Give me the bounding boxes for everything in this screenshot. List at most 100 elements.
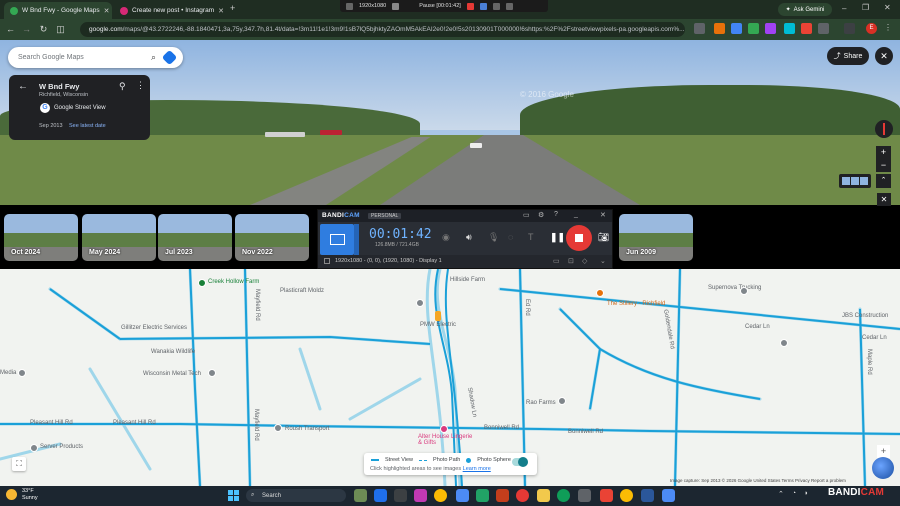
taskbar-app-icon[interactable] [578,489,591,502]
maximize-icon[interactable]: ❐ [862,3,869,12]
timeline-thumbnail[interactable]: Nov 2022 [235,214,309,261]
taskbar-search-input[interactable]: Search [262,493,281,499]
poi-icon[interactable] [18,369,26,377]
map-label[interactable]: Cedar Ln [745,324,770,330]
map-label[interactable]: Mayfield Rd [253,409,259,441]
close-street-view-icon[interactable]: ✕ [875,47,893,65]
side-panel-icon[interactable] [844,23,855,34]
screen-mode-button[interactable] [320,224,354,255]
close-icon[interactable]: ✕ [600,211,606,219]
pencil-icon[interactable] [492,2,500,10]
share-button[interactable]: ⤴ Share [827,47,869,65]
taskbar-app-icon[interactable] [394,489,407,502]
map-label[interactable]: Plasticraft Moldz [280,288,324,294]
tab-close-icon[interactable]: ✕ [104,7,110,15]
map-label[interactable]: Server Products [40,444,83,450]
map-label[interactable]: Wisconsin Metal Tech [143,371,201,377]
extensions-puzzle-icon[interactable] [818,23,829,34]
map-attribution[interactable]: Image capture: Sep 2013 © 2026 Google Un… [670,478,846,483]
taskbar-search[interactable]: ⌕ Search [246,489,346,502]
map-label[interactable]: Rao Farms [526,400,556,406]
fps-icon[interactable]: ⊡ [568,257,574,265]
close-window-icon[interactable]: ✕ [884,3,891,12]
search-input[interactable]: Search Google Maps [18,54,143,61]
map-label[interactable]: Roush Transport [285,426,329,432]
poi-icon[interactable] [416,299,424,307]
map-label[interactable]: Cedar Ln [862,335,887,341]
minimize-icon[interactable]: _ [574,211,578,218]
tab-instagram[interactable]: Create new post • Instagram ✕ [114,2,226,19]
stop-record-icon[interactable] [466,2,474,10]
map-label[interactable]: Ed Rd [524,299,530,316]
extension-icon[interactable] [784,23,795,34]
forward-arrow-icon[interactable]: → [20,23,33,36]
zoom-in-icon[interactable]: + [876,146,891,159]
webcam-small-icon[interactable]: ▭ [553,257,560,265]
chevron-up-icon[interactable]: ⌃ [778,490,784,498]
extension-icon[interactable] [765,23,776,34]
timeline-thumbnail[interactable]: Oct 2024 [4,214,78,261]
microphone-icon[interactable]: 🎙︎ [488,232,499,243]
help-icon[interactable]: ? [554,211,558,218]
chrome-icon[interactable] [434,489,447,502]
map-label[interactable]: Hillside Farm [450,277,485,283]
menu-kebab-icon[interactable]: ⋮ [884,23,892,32]
cursor-effect-icon[interactable]: ◌ [508,232,513,242]
poi-icon[interactable] [440,425,448,433]
close-icon[interactable] [505,2,513,10]
map-label[interactable]: Mayfield Rd [254,289,260,321]
globe-view-icon[interactable] [872,457,894,479]
file-explorer-icon[interactable] [537,489,550,502]
taskbar-app-icon[interactable] [641,489,654,502]
sidebar-toggle-icon[interactable]: ◫ [54,23,67,36]
close-timeline-icon[interactable]: ✕ [877,193,891,206]
map-label[interactable]: Bonniwell Rd [484,425,519,431]
minimize-icon[interactable]: – [842,4,846,13]
extension-icon[interactable] [748,23,759,34]
speaker-icon[interactable]: 🔊︎ [466,232,472,243]
chevron-up-icon[interactable]: ⌃ [876,174,891,188]
network-icon[interactable]: ◔ [792,490,796,498]
street-view-layer-toggle[interactable] [512,457,528,467]
settings-gear-icon[interactable]: ⚙ [538,211,544,219]
map-label[interactable]: PMW Electric [420,322,456,328]
home-icon[interactable] [392,2,400,10]
tab-google-maps[interactable]: W Bnd Fwy - Google Maps ✕ [4,2,112,19]
taskbar-app-icon[interactable] [662,489,675,502]
poi-icon[interactable] [740,287,748,295]
powerpoint-icon[interactable] [496,489,509,502]
taskbar-app-icon[interactable] [354,489,367,502]
screenshot-camera-icon[interactable]: 📷︎ [598,232,609,243]
pause-icon[interactable]: ❚❚ [550,232,565,243]
map-label[interactable]: JBS Construction [842,313,888,319]
folder-icon[interactable]: ▭ [523,211,530,219]
poi-icon[interactable] [274,424,282,432]
capture-area-checkbox[interactable] [324,258,330,264]
directions-icon[interactable] [161,49,178,66]
windows-start-icon[interactable] [228,490,239,501]
poi-icon[interactable] [198,279,206,287]
address-bar[interactable]: google.com/maps/@43.2722246,-88.1840471,… [80,22,685,37]
see-latest-date-link[interactable]: See latest date [69,123,106,129]
compass-icon[interactable] [875,120,893,138]
text-overlay-icon[interactable]: T [528,232,534,242]
poi-icon[interactable] [558,397,566,405]
back-arrow-icon[interactable]: ← [4,23,17,36]
profile-avatar[interactable]: E [866,23,877,34]
bandicam-taskbar-icon[interactable] [516,489,529,502]
map-label[interactable]: Alter House Lingerie & Gifts [418,434,474,446]
map-label[interactable]: Wanakia Wildlife [151,349,195,355]
map-label[interactable]: Gillitzer Electric Services [121,325,187,331]
timeline-thumbnail[interactable]: Jun 2009 [619,214,693,261]
timeline-thumbnail[interactable]: Jul 2023 [158,214,232,261]
search-icon[interactable]: ⌕ [151,52,156,63]
taskbar-app-icon[interactable] [600,489,613,502]
extension-icon[interactable] [714,23,725,34]
map-label[interactable]: Pleasant Hill Rd [30,420,73,426]
fullscreen-icon[interactable]: ⛶ [12,457,26,471]
map-label[interactable]: Maple Rd [866,349,872,375]
audio-icon[interactable]: ◇ [582,257,587,265]
tab-close-icon[interactable]: ✕ [218,7,224,15]
camera-icon[interactable] [479,2,487,10]
ask-gemini-button[interactable]: ✦ Ask Gemini [778,3,832,16]
